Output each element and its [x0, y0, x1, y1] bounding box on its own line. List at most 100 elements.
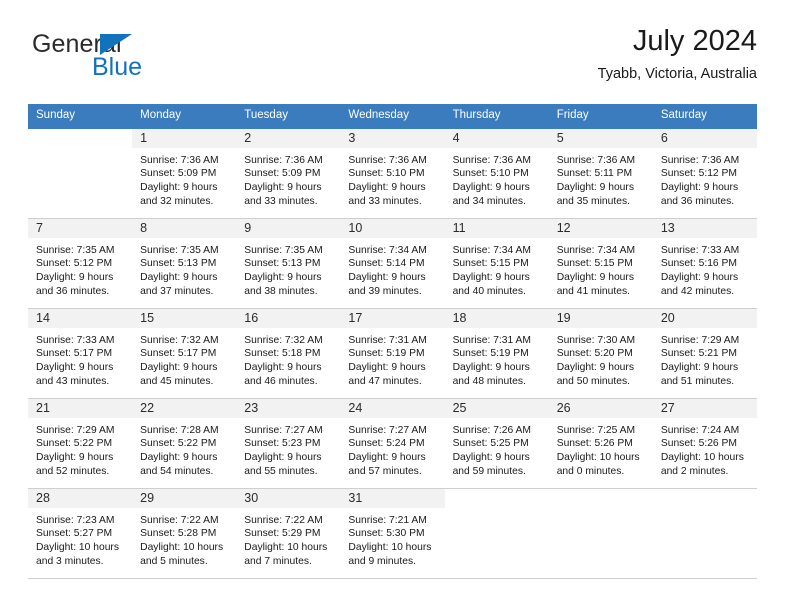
- daylight-duration-line1: Daylight: 9 hours: [348, 361, 426, 373]
- day-cell[interactable]: 5 Sunrise: 7:36 AM Sunset: 5:11 PM Daylight…: [548, 128, 653, 218]
- day-cell[interactable]: 2 Sunrise: 7:36 AM Sunset: 5:09 PM Daylight…: [236, 128, 341, 218]
- day-cell[interactable]: 8 Sunrise: 7:35 AM Sunset: 5:13 PM Daylight…: [132, 218, 237, 308]
- day-cell[interactable]: 31 Sunrise: 7:21 AM Sunset: 5:30 PM Dayligh…: [340, 488, 445, 578]
- day-number-band: 12: [548, 218, 653, 238]
- sunset-time: Sunset: 5:17 PM: [36, 348, 113, 360]
- daylight-duration-line1: Daylight: 9 hours: [140, 361, 218, 373]
- daylight-duration-line1: Daylight: 9 hours: [140, 271, 218, 283]
- daylight-duration-line2: and 32 minutes.: [140, 195, 214, 207]
- sunrise-time: Sunrise: 7:28 AM: [140, 424, 219, 436]
- sunset-time: Sunset: 5:15 PM: [556, 258, 633, 270]
- daylight-duration-line1: Daylight: 9 hours: [348, 451, 426, 463]
- day-cell[interactable]: 30 Sunrise: 7:22 AM Sunset: 5:29 PM Dayligh…: [236, 488, 341, 578]
- day-cell[interactable]: 29 Sunrise: 7:22 AM Sunset: 5:28 PM Dayligh…: [132, 488, 237, 578]
- day-details: Sunrise: 7:32 AM Sunset: 5:18 PM Daylight:…: [236, 328, 340, 388]
- sunset-time: Sunset: 5:28 PM: [140, 528, 217, 540]
- day-number-band: 26: [548, 398, 653, 418]
- day-cell[interactable]: 15 Sunrise: 7:32 AM Sunset: 5:17 PM Dayligh…: [132, 308, 237, 398]
- daylight-duration-line2: and 2 minutes.: [660, 465, 729, 477]
- day-cell[interactable]: 7 Sunrise: 7:35 AM Sunset: 5:12 PM Daylight…: [28, 218, 133, 308]
- day-number: 7: [36, 221, 43, 236]
- day-cell[interactable]: 22 Sunrise: 7:28 AM Sunset: 5:22 PM Dayligh…: [132, 398, 237, 488]
- day-cell[interactable]: 23 Sunrise: 7:27 AM Sunset: 5:23 PM Dayligh…: [236, 398, 341, 488]
- weekday-header-wednesday: Wednesday: [348, 109, 409, 121]
- day-number: 9: [244, 221, 252, 236]
- sunset-time: Sunset: 5:13 PM: [244, 258, 321, 270]
- day-details: Sunrise: 7:31 AM Sunset: 5:19 PM Daylight:…: [445, 328, 549, 388]
- calendar-week-row: 14 Sunrise: 7:33 AM Sunset: 5:17 PM Dayligh…: [28, 308, 757, 399]
- daylight-duration-line2: and 35 minutes.: [556, 195, 630, 207]
- day-cell[interactable]: 16 Sunrise: 7:32 AM Sunset: 5:18 PM Dayligh…: [236, 308, 341, 398]
- daylight-duration-line2: and 47 minutes.: [348, 375, 422, 387]
- day-details: Sunrise: 7:36 AM Sunset: 5:10 PM Daylight:…: [340, 148, 444, 208]
- day-number-band: 31: [340, 488, 445, 508]
- day-cell[interactable]: 28 Sunrise: 7:23 AM Sunset: 5:27 PM Dayligh…: [28, 488, 133, 578]
- day-number-band: 20: [652, 308, 757, 328]
- daylight-duration-line2: and 48 minutes.: [452, 375, 526, 387]
- day-cell[interactable]: 25 Sunrise: 7:26 AM Sunset: 5:25 PM Dayligh…: [444, 398, 549, 488]
- weekday-header-monday: Monday: [140, 109, 182, 121]
- sunrise-time: Sunrise: 7:29 AM: [660, 334, 740, 346]
- day-details: Sunrise: 7:33 AM Sunset: 5:17 PM Daylight:…: [28, 328, 132, 388]
- day-cell-empty: [652, 488, 757, 578]
- day-cell[interactable]: 19 Sunrise: 7:30 AM Sunset: 5:20 PM Dayligh…: [548, 308, 653, 398]
- day-number-band: 4: [444, 128, 549, 148]
- day-cell[interactable]: 1 Sunrise: 7:36 AM Sunset: 5:09 PM Daylight…: [132, 128, 237, 218]
- weekday-header-tuesday: Tuesday: [244, 109, 288, 121]
- day-number: 15: [140, 311, 155, 326]
- day-cell[interactable]: 17 Sunrise: 7:31 AM Sunset: 5:19 PM Dayligh…: [340, 308, 445, 398]
- day-number: 16: [244, 311, 259, 326]
- sunset-time: Sunset: 5:11 PM: [556, 168, 633, 180]
- day-cell[interactable]: 12 Sunrise: 7:34 AM Sunset: 5:15 PM Dayligh…: [548, 218, 653, 308]
- day-cell[interactable]: 11 Sunrise: 7:34 AM Sunset: 5:15 PM Dayligh…: [444, 218, 549, 308]
- day-cell[interactable]: 20 Sunrise: 7:29 AM Sunset: 5:21 PM Dayligh…: [652, 308, 757, 398]
- day-details: Sunrise: 7:29 AM Sunset: 5:22 PM Daylight:…: [28, 418, 132, 478]
- day-cell[interactable]: 9 Sunrise: 7:35 AM Sunset: 5:13 PM Daylight…: [236, 218, 341, 308]
- day-cell[interactable]: 4 Sunrise: 7:36 AM Sunset: 5:10 PM Daylight…: [444, 128, 549, 218]
- day-number-band: 13: [652, 218, 757, 238]
- sunrise-time: Sunrise: 7:26 AM: [452, 424, 531, 436]
- day-cell[interactable]: 26 Sunrise: 7:25 AM Sunset: 5:26 PM Dayligh…: [548, 398, 653, 488]
- day-cell[interactable]: 10 Sunrise: 7:34 AM Sunset: 5:14 PM Dayligh…: [340, 218, 445, 308]
- day-cell[interactable]: 3 Sunrise: 7:36 AM Sunset: 5:10 PM Daylight…: [340, 128, 445, 218]
- day-number: 22: [140, 401, 155, 416]
- general-blue-logo[interactable]: General Blue: [32, 32, 252, 90]
- day-number-band: 24: [340, 398, 445, 418]
- sunrise-time: Sunrise: 7:33 AM: [660, 244, 740, 256]
- day-cell[interactable]: 27 Sunrise: 7:24 AM Sunset: 5:26 PM Dayligh…: [652, 398, 757, 488]
- day-number: 28: [36, 491, 50, 506]
- calendar-weeks: 1 Sunrise: 7:36 AM Sunset: 5:09 PM Daylight…: [28, 128, 757, 579]
- sunset-time: Sunset: 5:26 PM: [660, 438, 737, 450]
- day-details: Sunrise: 7:22 AM Sunset: 5:28 PM Daylight:…: [132, 508, 236, 568]
- sunset-time: Sunset: 5:12 PM: [36, 258, 113, 270]
- day-number: 12: [556, 221, 571, 236]
- day-cell[interactable]: 24 Sunrise: 7:27 AM Sunset: 5:24 PM Dayligh…: [340, 398, 445, 488]
- daylight-duration-line1: Daylight: 9 hours: [244, 361, 322, 373]
- day-details: Sunrise: 7:36 AM Sunset: 5:12 PM Daylight:…: [653, 148, 757, 208]
- day-cell[interactable]: 14 Sunrise: 7:33 AM Sunset: 5:17 PM Dayligh…: [28, 308, 133, 398]
- day-cell[interactable]: 21 Sunrise: 7:29 AM Sunset: 5:22 PM Dayligh…: [28, 398, 133, 488]
- day-cell[interactable]: 6 Sunrise: 7:36 AM Sunset: 5:12 PM Daylight…: [652, 128, 757, 218]
- day-cell[interactable]: 13 Sunrise: 7:33 AM Sunset: 5:16 PM Dayligh…: [652, 218, 757, 308]
- sunrise-time: Sunrise: 7:31 AM: [348, 334, 427, 346]
- daylight-duration-line2: and 41 minutes.: [556, 285, 630, 297]
- day-number: 24: [348, 401, 363, 416]
- day-number: 25: [452, 401, 467, 416]
- sunrise-time: Sunrise: 7:27 AM: [348, 424, 427, 436]
- day-cell-empty: [444, 488, 549, 578]
- day-number-band: [549, 489, 653, 508]
- day-number: 2: [244, 131, 252, 146]
- day-number-band: 30: [236, 488, 341, 508]
- day-cell[interactable]: 18 Sunrise: 7:31 AM Sunset: 5:19 PM Dayligh…: [444, 308, 549, 398]
- daylight-duration-line1: Daylight: 9 hours: [660, 361, 739, 373]
- daylight-duration-line1: Daylight: 9 hours: [348, 271, 426, 283]
- sunrise-time: Sunrise: 7:25 AM: [556, 424, 636, 436]
- day-details: Sunrise: 7:32 AM Sunset: 5:17 PM Daylight:…: [132, 328, 236, 388]
- day-cell-empty: [548, 488, 653, 578]
- sunrise-time: Sunrise: 7:32 AM: [244, 334, 323, 346]
- day-number-band: [445, 489, 549, 508]
- day-number: 30: [244, 491, 259, 506]
- sunset-time: Sunset: 5:30 PM: [348, 528, 425, 540]
- daylight-duration-line2: and 39 minutes.: [348, 285, 422, 297]
- day-number: 18: [452, 311, 467, 326]
